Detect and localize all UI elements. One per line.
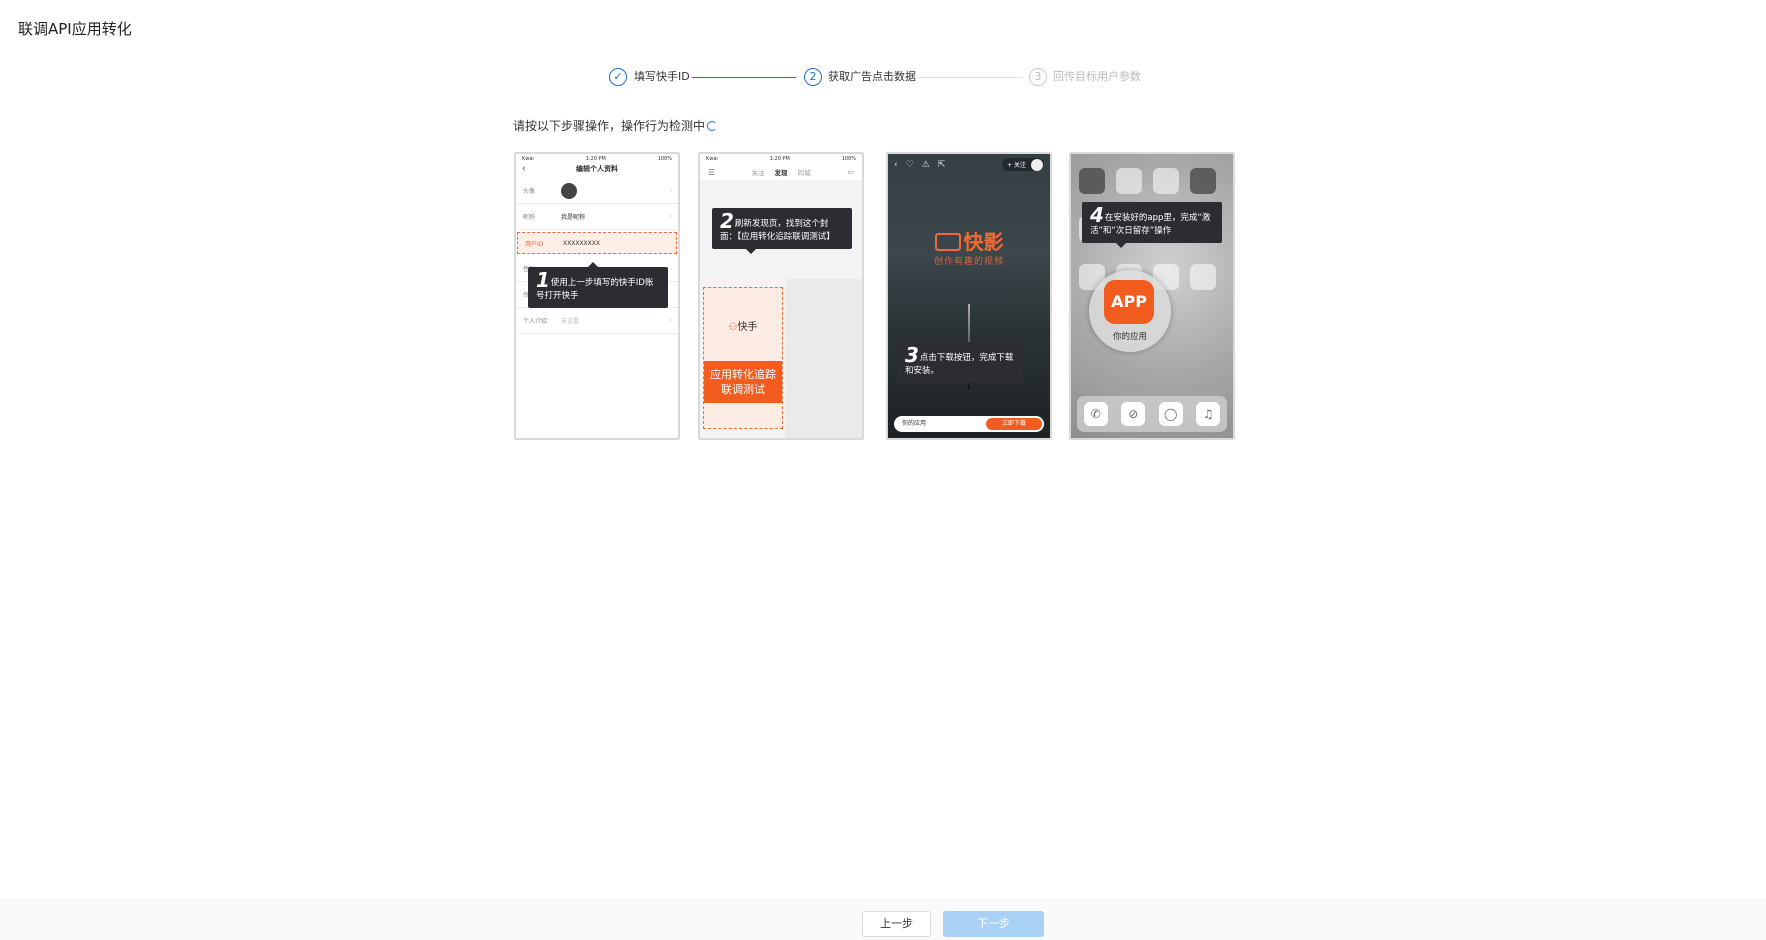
chevron-right-icon: › xyxy=(669,317,672,324)
share-icon: ⇱ xyxy=(937,160,946,170)
tooltip-number: 3 xyxy=(905,343,919,367)
guide-image-step-3: ‹ ♡ ⚠ ⇱ + 关注 快影 创作有趣的视频 3点击下载按钮，完成下载和安装。… xyxy=(886,152,1052,440)
avatar xyxy=(1031,159,1043,171)
tab-nearby: 同城 xyxy=(797,169,811,177)
loading-spinner-icon xyxy=(707,121,718,131)
progress-steps: ✓ 填写快手ID 2 获取广告点击数据 3 回传目标用户参数 xyxy=(0,68,1766,88)
back-chevron-icon: ‹ xyxy=(894,160,898,170)
your-app-icon: APP xyxy=(1104,280,1154,324)
step-1-tooltip: 1使用上一步填写的快手ID账号打开快手 xyxy=(528,262,668,308)
step-connector-2 xyxy=(918,77,1022,78)
step-4-tooltip: 4在安装好的app里，完成“激活”和“次日留存”操作 xyxy=(1082,202,1222,248)
camera-icon: ▭ xyxy=(847,168,854,176)
kuaishou-logo: ⚇快手 xyxy=(704,318,782,333)
tooltip-number: 2 xyxy=(720,209,734,233)
step-2-tooltip: 2刷新发现页，找到这个封面：【应用转化追踪联调测试】 xyxy=(712,208,852,254)
follow-button: + 关注 xyxy=(1002,158,1044,171)
app-label: 你的应用 xyxy=(902,420,927,427)
messages-icon: ◯ xyxy=(1158,402,1183,426)
menu-icon: ☰ xyxy=(708,167,716,177)
facetime-icon xyxy=(1079,168,1105,194)
row-value: 未设置 xyxy=(561,318,580,325)
cover-banner: 应用转化追踪 联调测试 xyxy=(704,361,782,403)
avatar xyxy=(561,182,577,199)
row-value: XXXXXXXXX xyxy=(563,239,600,247)
page-title: 联调API应用转化 xyxy=(18,20,132,38)
tooltip-number: 4 xyxy=(1090,203,1104,227)
tab-follow: 关注 xyxy=(751,169,765,177)
chevron-right-icon: › xyxy=(669,213,672,220)
guide-image-step-4: 4在安装好的app里，完成“激活”和“次日留存”操作 APP 你的应用 ✆ ⊘ … xyxy=(1069,152,1235,440)
your-app-magnifier: APP 你的应用 xyxy=(1089,270,1171,352)
kuaishou-logo-text: 快手 xyxy=(737,322,758,333)
photos-icon xyxy=(1153,168,1179,194)
tooltip-text: 刷新发现页，找到这个封面：【应用转化追踪联调测试】 xyxy=(720,219,835,242)
row-value: 我是昵称 xyxy=(561,214,586,221)
feed-card xyxy=(786,279,862,438)
profile-navbar: ‹ 编辑个人资料 xyxy=(516,164,678,178)
tab-discover: 发现 xyxy=(774,169,788,177)
clock-text: 1:20 PM xyxy=(585,156,606,162)
phone-icon: ✆ xyxy=(1083,402,1108,426)
music-icon: ♫ xyxy=(1196,402,1221,426)
safari-icon: ⊘ xyxy=(1121,402,1146,426)
profile-row-bio: 个人介绍 未设置 › xyxy=(516,308,678,334)
guide-image-step-2: Kwai 1:20 PM 100% ☰ 关注 发现 同城 ▭ ⚇快手 应用转化追… xyxy=(698,152,864,440)
battery-text: 100% xyxy=(657,156,672,162)
profile-row-nickname: 昵称 我是昵称 › xyxy=(516,204,678,230)
step-1-check-icon: ✓ xyxy=(609,68,627,86)
target-cover-highlight: ⚇快手 应用转化追踪 联调测试 xyxy=(703,287,783,429)
step-2-label: 获取广告点击数据 xyxy=(828,70,916,83)
back-chevron-icon: ‹ xyxy=(522,164,526,174)
row-key: 个人介绍 xyxy=(523,318,548,325)
tooltip-text: 在安装好的app里，完成“激活”和“次日留存”操作 xyxy=(1090,213,1211,236)
calendar-icon xyxy=(1116,168,1142,194)
step-2-number: 2 xyxy=(804,68,822,86)
profile-row-userid-highlight: 用户ID XXXXXXXXX xyxy=(517,232,677,254)
download-button: 立即下载 xyxy=(986,418,1042,430)
row-key: 头像 xyxy=(523,188,536,195)
kuaiying-logo-text: 快影 xyxy=(963,230,1004,254)
previous-step-button[interactable]: 上一步 xyxy=(862,911,931,937)
kuaiying-slogan: 创作有趣的视频 xyxy=(933,257,1004,267)
tooltip-number: 1 xyxy=(536,268,550,292)
your-app-name: 你的应用 xyxy=(1112,332,1147,342)
guide-image-step-1: Kwai 1:20 PM 100% ‹ 编辑个人资料 头像 › 昵称 我是昵称 › 用… xyxy=(514,152,680,440)
battery-text: 100% xyxy=(841,156,856,162)
video-top-bar: ‹ ♡ ⚠ ⇱ + 关注 xyxy=(888,154,1050,176)
step-3-tooltip: 3点击下载按钮，完成下载和安装。 xyxy=(897,342,1023,388)
heart-icon: ♡ xyxy=(905,160,914,170)
step-1-label: 填写快手ID xyxy=(634,70,690,83)
tooltip-text: 使用上一步填写的快手ID账号打开快手 xyxy=(536,278,654,301)
instruction-label: 请按以下步骤操作，操作行为检测中 xyxy=(513,119,706,133)
status-bar: Kwai 1:20 PM 100% xyxy=(700,154,862,164)
carrier-text: Kwai xyxy=(706,156,718,162)
kuaiying-logo: 快影 xyxy=(888,226,1050,255)
follow-label: + 关注 xyxy=(1007,162,1026,169)
chevron-right-icon: › xyxy=(669,187,672,194)
step-3-label: 回传目标用户参数 xyxy=(1053,70,1141,83)
row-key: 用户ID xyxy=(525,240,544,248)
tooltip-text: 点击下载按钮，完成下载和安装。 xyxy=(905,353,1014,376)
row-key: 昵称 xyxy=(523,214,536,221)
carrier-text: Kwai xyxy=(522,156,534,162)
settings-icon xyxy=(1190,264,1216,290)
status-bar: Kwai 1:20 PM 100% xyxy=(516,154,678,164)
instruction-text: 请按以下步骤操作，操作行为检测中 xyxy=(513,117,718,134)
banner-line-2: 联调测试 xyxy=(721,383,765,396)
camera-icon xyxy=(1190,168,1216,194)
next-step-button[interactable]: 下一步 xyxy=(943,911,1044,937)
clock-text: 1:20 PM xyxy=(769,156,790,162)
warning-icon: ⚠ xyxy=(921,160,930,170)
feed-tabs: ☰ 关注 发现 同城 ▭ xyxy=(700,164,862,180)
app-download-bar: 你的应用 立即下载 xyxy=(894,416,1044,432)
profile-nav-title: 编辑个人资料 xyxy=(576,165,618,173)
step-3-number: 3 xyxy=(1029,68,1047,86)
profile-row-avatar: 头像 › xyxy=(516,178,678,204)
banner-line-1: 应用转化追踪 xyxy=(710,368,776,381)
kuaiying-logo-icon xyxy=(934,233,961,251)
step-connector-1 xyxy=(692,77,796,78)
dock: ✆ ⊘ ◯ ♫ xyxy=(1077,396,1227,432)
footer-bar: 上一步 下一步 xyxy=(0,900,1766,940)
